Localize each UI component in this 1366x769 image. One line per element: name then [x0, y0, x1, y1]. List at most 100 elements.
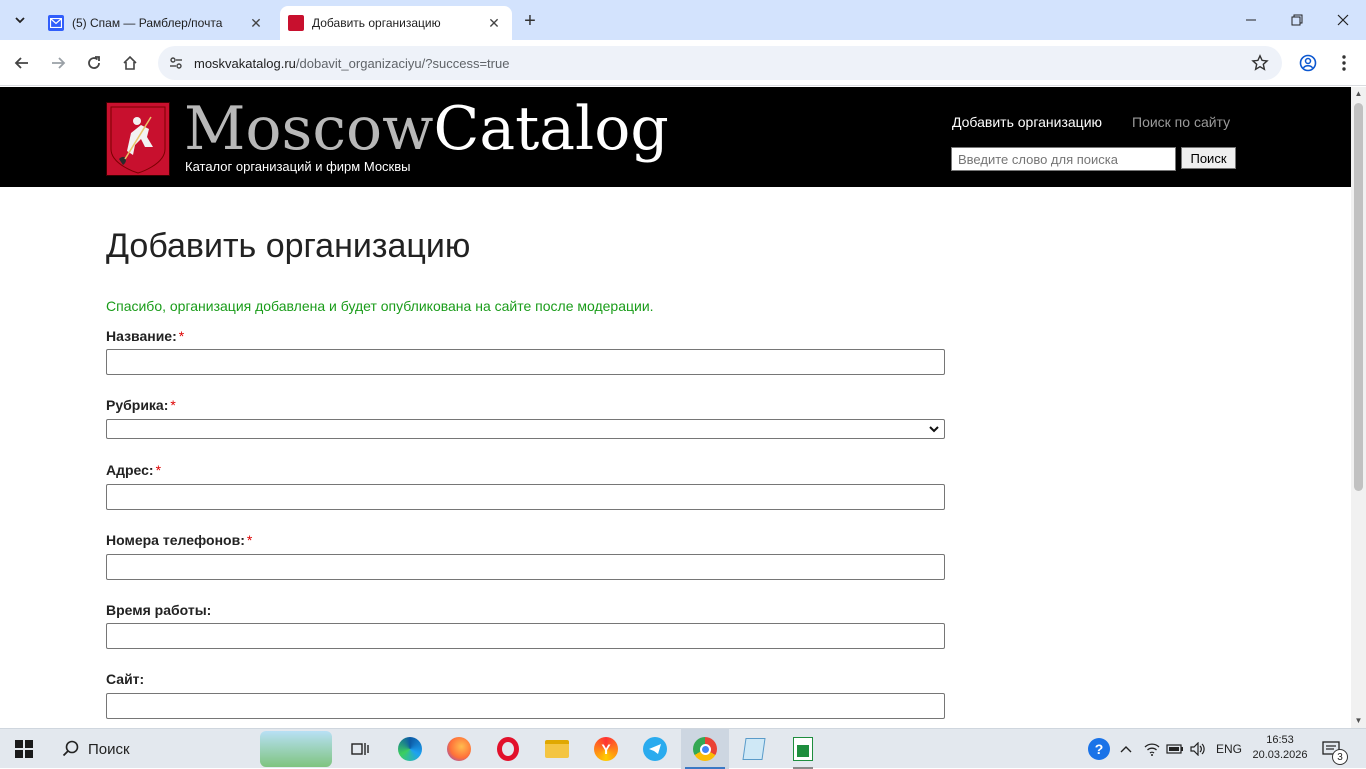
moscow-coat-of-arms-logo[interactable] — [106, 102, 170, 176]
show-hidden-icons-chevron-icon[interactable] — [1119, 729, 1133, 769]
mail-icon — [48, 15, 64, 31]
nav-link-site-search[interactable]: Поиск по сайту — [1132, 114, 1230, 130]
reload-icon — [88, 56, 100, 69]
label-text: Сайт: — [106, 671, 145, 687]
category-select[interactable] — [106, 419, 945, 439]
clock-time: 16:53 — [1266, 734, 1294, 746]
page-scrollbar[interactable]: ▲ ▼ — [1351, 87, 1366, 728]
site-search-button[interactable]: Поиск — [1181, 147, 1236, 169]
notepad-icon — [742, 738, 766, 760]
tab-bar: (5) Спам — Рамблер/почта ✕ Добавить орга… — [0, 0, 1366, 40]
label-text: Номера телефонов: — [106, 532, 245, 548]
phones-input[interactable] — [106, 554, 945, 580]
success-message: Спасибо, организация добавлена и будет о… — [106, 298, 654, 314]
bookmark-star-icon[interactable] — [1250, 53, 1270, 73]
tab-add-organization[interactable]: Добавить организацию ✕ — [280, 6, 512, 40]
site-settings-icon[interactable] — [166, 53, 186, 73]
tab-search-button[interactable] — [6, 6, 34, 34]
taskbar-spreadsheet[interactable] — [779, 729, 827, 769]
taskbar-telegram[interactable] — [631, 729, 679, 769]
scroll-up-arrow-icon[interactable]: ▲ — [1354, 89, 1363, 99]
url-text: moskvakatalog.ru/dobavit_organizaciyu/?s… — [194, 56, 509, 71]
restore-icon — [1291, 14, 1303, 26]
nav-link-add-organization[interactable]: Добавить организацию — [952, 114, 1102, 130]
field-label-phones: Номера телефонов: * — [106, 532, 252, 548]
site-search-input[interactable] — [951, 147, 1176, 171]
address-bar[interactable]: moskvakatalog.ru/dobavit_organizaciyu/?s… — [158, 46, 1282, 80]
tab-title: Добавить организацию — [312, 16, 441, 30]
task-view-icon — [351, 743, 369, 755]
firefox-icon — [447, 737, 471, 761]
required-mark: * — [170, 397, 176, 413]
url-host: moskvakatalog.ru — [194, 55, 296, 71]
chevron-down-icon — [929, 426, 939, 433]
minimize-button[interactable] — [1228, 0, 1274, 40]
notification-count-badge: 3 — [1332, 749, 1348, 765]
restore-button[interactable] — [1274, 0, 1320, 40]
opera-icon — [497, 737, 519, 761]
website-input[interactable] — [106, 693, 945, 719]
site-logo-text[interactable]: MoscowCatalog — [184, 93, 669, 165]
battery-icon[interactable] — [1166, 729, 1184, 769]
edge-icon — [398, 737, 422, 761]
required-mark: * — [246, 532, 253, 548]
logo-part-catalog: Catalog — [433, 94, 669, 164]
taskbar-opera[interactable] — [484, 729, 532, 769]
notifications-button[interactable]: 3 — [1322, 729, 1348, 769]
taskbar-yandex-browser[interactable]: Y — [582, 729, 630, 769]
volume-icon[interactable] — [1190, 729, 1206, 769]
tab-title: (5) Спам — Рамблер/почта — [72, 16, 223, 30]
tab-rambler-mail[interactable]: (5) Спам — Рамблер/почта ✕ — [40, 6, 274, 40]
arrow-left-icon — [14, 57, 28, 69]
new-tab-button[interactable]: + — [518, 9, 542, 33]
start-button[interactable] — [0, 729, 48, 769]
browser-toolbar: moskvakatalog.ru/dobavit_organizaciyu/?s… — [0, 40, 1366, 86]
wifi-icon[interactable] — [1144, 729, 1160, 769]
field-label-address: Адрес: * — [106, 462, 161, 478]
more-vert-icon — [1342, 55, 1346, 71]
label-text: Рубрика: — [106, 397, 169, 413]
reload-button[interactable] — [80, 49, 108, 77]
taskbar-firefox[interactable] — [435, 729, 483, 769]
back-button[interactable] — [8, 49, 36, 77]
taskbar-edge[interactable] — [386, 729, 434, 769]
home-button[interactable] — [116, 49, 144, 77]
search-highlight-image-icon — [260, 731, 332, 767]
windows-taskbar: Поиск Y ? ENG 16:53 20.03.2026 3 — [0, 728, 1366, 769]
menu-button[interactable] — [1330, 49, 1358, 77]
system-clock[interactable]: 16:53 20.03.2026 — [1252, 733, 1308, 763]
page-title: Добавить организацию — [106, 227, 471, 265]
taskbar-search[interactable]: Поиск — [48, 729, 338, 769]
profile-icon — [1299, 54, 1317, 72]
arrow-right-icon — [52, 57, 66, 69]
field-label-name: Название: * — [106, 328, 184, 344]
label-text: Время работы: — [106, 602, 212, 618]
required-mark: * — [155, 462, 162, 478]
scroll-down-arrow-icon[interactable]: ▼ — [1354, 716, 1363, 726]
required-mark: * — [178, 328, 185, 344]
taskbar-notepad[interactable] — [730, 729, 778, 769]
search-icon — [62, 740, 79, 757]
close-tab-icon[interactable]: ✕ — [246, 13, 266, 33]
windows-logo-icon — [15, 740, 33, 758]
taskbar-file-explorer[interactable] — [533, 729, 581, 769]
name-input[interactable] — [106, 349, 945, 375]
close-window-button[interactable] — [1320, 0, 1366, 40]
address-input[interactable] — [106, 484, 945, 510]
working-hours-input[interactable] — [106, 623, 945, 649]
minimize-icon — [1246, 19, 1256, 21]
chevron-down-icon — [15, 17, 25, 24]
home-icon — [123, 55, 137, 70]
language-indicator[interactable]: ENG — [1216, 729, 1242, 769]
help-tray-icon[interactable]: ? — [1088, 729, 1110, 769]
site-tagline: Каталог организаций и фирм Москвы — [185, 159, 411, 174]
close-tab-icon[interactable]: ✕ — [484, 13, 504, 33]
spreadsheet-icon — [793, 737, 813, 761]
label-text: Адрес: — [106, 462, 154, 478]
scrollbar-thumb[interactable] — [1354, 103, 1363, 491]
profile-button[interactable] — [1294, 49, 1322, 77]
url-path: /dobavit_organizaciyu/?success=true — [295, 55, 510, 71]
taskbar-chrome[interactable] — [681, 729, 729, 769]
task-view-button[interactable] — [336, 729, 384, 769]
forward-button[interactable] — [44, 49, 72, 77]
